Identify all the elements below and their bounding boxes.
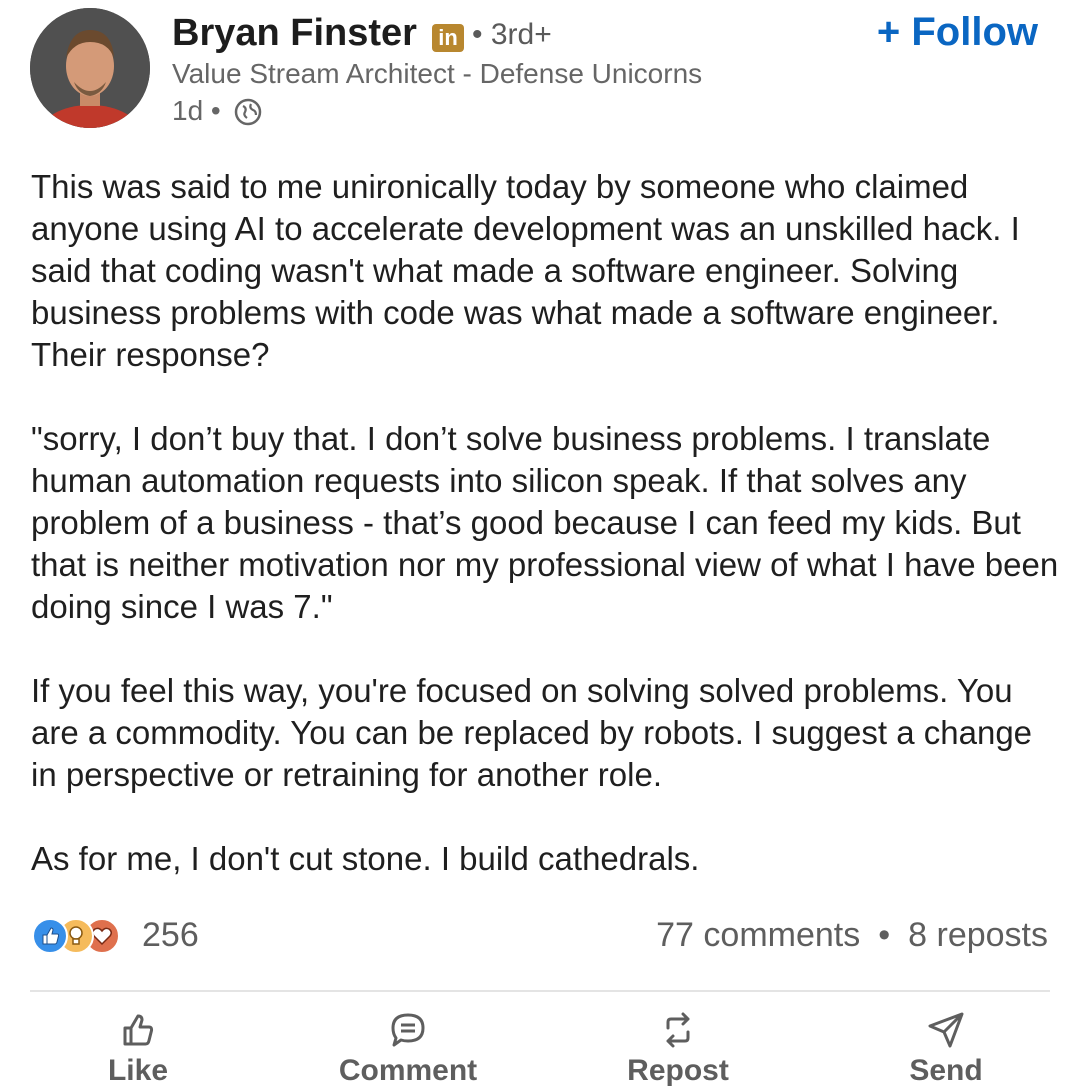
- thumbs-up-icon: [123, 1014, 154, 1046]
- post-paragraph: This was said to me unironically today b…: [31, 168, 1020, 373]
- like-label: Like: [107, 1054, 169, 1087]
- author-name[interactable]: Bryan Finster: [172, 12, 417, 55]
- comment-icon: [391, 1013, 425, 1047]
- follow-button[interactable]: + Follow: [877, 10, 1038, 55]
- reactions-summary[interactable]: 256: [32, 912, 232, 960]
- divider: [30, 990, 1050, 992]
- post-paragraph: "sorry, I don’t buy that. I don’t solve …: [31, 420, 1059, 625]
- reposts-count[interactable]: 8 reposts: [908, 916, 1048, 954]
- connection-degree: • 3rd+: [472, 18, 552, 51]
- repost-button[interactable]: Repost: [620, 1010, 736, 1088]
- post-body: This was said to me unironically today b…: [31, 166, 1061, 922]
- post-paragraph: If you feel this way, you're focused on …: [31, 672, 1033, 793]
- author-avatar[interactable]: [30, 8, 150, 128]
- send-label: Send: [909, 1054, 983, 1087]
- repost-label: Repost: [627, 1054, 729, 1087]
- repost-icon: [666, 1012, 690, 1048]
- like-button[interactable]: Like: [98, 1010, 178, 1088]
- comment-button[interactable]: Comment: [330, 1010, 486, 1088]
- post-paragraph: As for me, I don't cut stone. I build ca…: [31, 840, 700, 877]
- globe-icon: [234, 98, 262, 126]
- post-age: 1d •: [172, 95, 221, 126]
- send-icon: [928, 1012, 964, 1048]
- linkedin-badge-icon: in: [432, 24, 464, 52]
- author-headline: Value Stream Architect - Defense Unicorn…: [172, 58, 703, 89]
- reaction-count[interactable]: 256: [142, 916, 199, 955]
- like-icon: [32, 918, 68, 954]
- stats-separator: •: [878, 916, 891, 954]
- send-button[interactable]: Send: [904, 1010, 988, 1088]
- engagement-stats: 77 comments • 8 reposts: [656, 916, 1048, 955]
- comment-label: Comment: [338, 1054, 478, 1087]
- comments-count[interactable]: 77 comments: [656, 916, 860, 954]
